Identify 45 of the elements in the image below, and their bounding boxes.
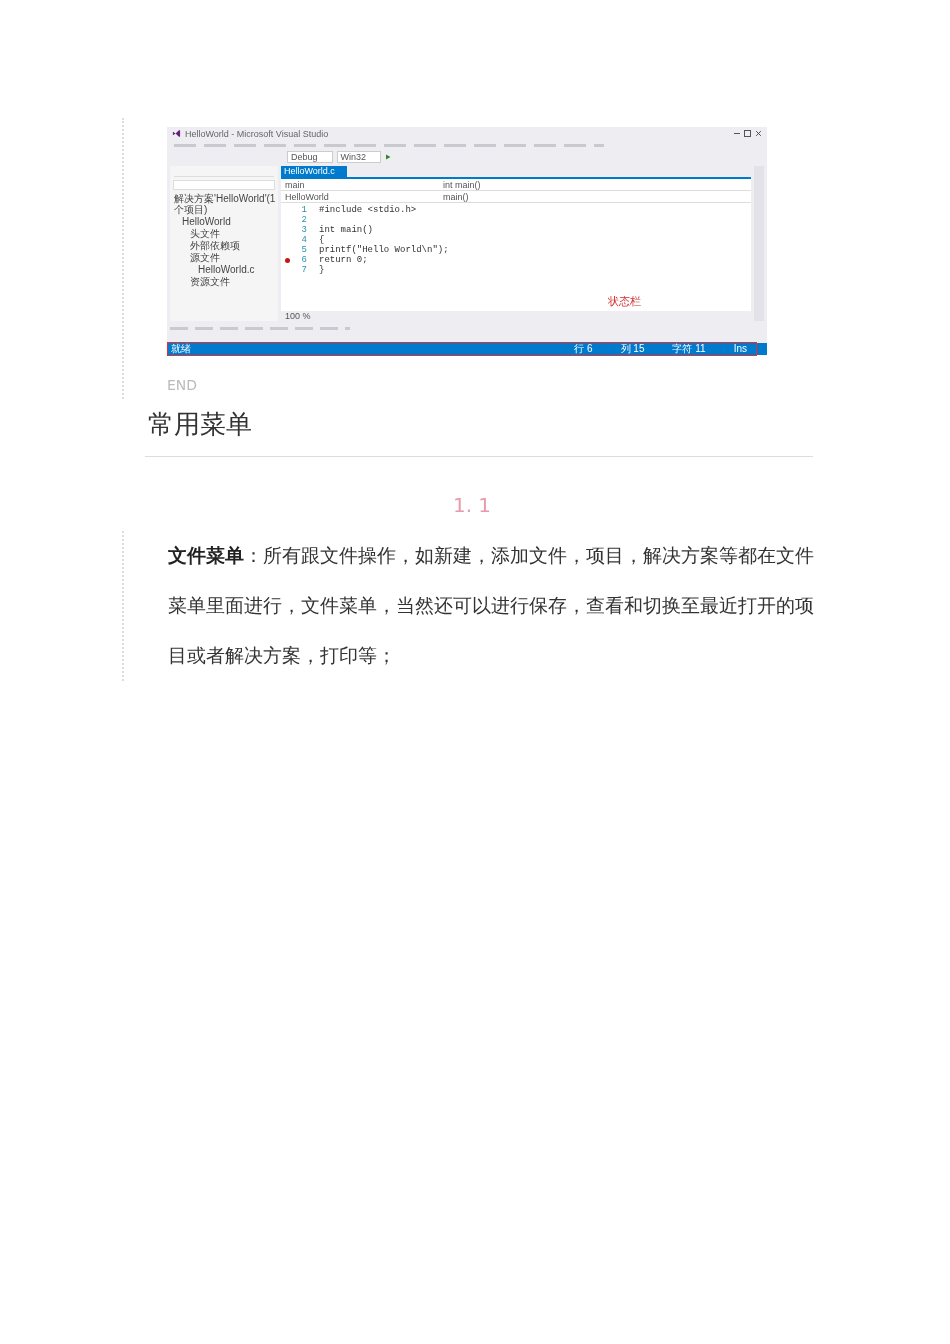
paragraph: 文件菜单：所有跟文件操作，如新建，添加文件，项目，解决方案等都在文件菜单里面进行，文件菜单，当然还可以进行保存，查看和切换至最近打开的项目或者解决方案，打印等； bbox=[168, 544, 815, 668]
breakpoint-icon[interactable] bbox=[284, 257, 290, 263]
tree-item[interactable]: 资源文件 bbox=[170, 276, 278, 287]
line-number: 6 bbox=[300, 255, 307, 265]
end-label: END bbox=[167, 377, 199, 393]
code-line: { bbox=[319, 235, 325, 245]
search-field[interactable] bbox=[173, 180, 275, 190]
status-text: 列 15 bbox=[620, 343, 645, 355]
status-text: Ins bbox=[733, 343, 747, 355]
maximize-button[interactable] bbox=[744, 130, 751, 137]
status-text: 行 6 bbox=[574, 343, 593, 355]
navigation-dropdown[interactable]: main() bbox=[439, 191, 593, 202]
navigation-dropdown[interactable]: int main() bbox=[439, 179, 593, 190]
close-icon[interactable] bbox=[755, 130, 762, 137]
status-text: 就绪 bbox=[171, 343, 191, 355]
navigation-dropdown[interactable]: HelloWorld bbox=[281, 191, 435, 202]
line-number: 5 bbox=[300, 245, 307, 255]
line-number: 3 bbox=[300, 225, 307, 235]
code-line: #include <stdio.h> bbox=[319, 205, 417, 215]
code-line: printf("Hello World\n"); bbox=[319, 245, 449, 255]
zoom-dropdown[interactable]: 100 % bbox=[281, 311, 311, 321]
platform-dropdown[interactable]: Win32 bbox=[336, 150, 382, 163]
configuration-dropdown[interactable]: Debug bbox=[287, 150, 333, 163]
tree-item[interactable]: HelloWorld.c bbox=[170, 264, 278, 275]
editor-tab[interactable]: HelloWorld.c bbox=[281, 166, 347, 177]
tree-item[interactable]: 解决方案'HelloWorld'(1 个项目) bbox=[170, 193, 278, 215]
line-number: 2 bbox=[300, 215, 307, 225]
logo-icon bbox=[172, 129, 181, 138]
tree-item[interactable]: 头文件 bbox=[170, 228, 278, 239]
step-number: 1. 1 bbox=[451, 493, 493, 517]
navigation-dropdown[interactable]: main bbox=[281, 179, 435, 190]
line-number: 4 bbox=[300, 235, 307, 245]
play-icon[interactable] bbox=[385, 153, 392, 160]
status-text: 字符 11 bbox=[672, 343, 706, 355]
section-heading: 常用菜单 bbox=[148, 408, 253, 441]
line-number: 1 bbox=[300, 205, 307, 215]
code-line: return 0; bbox=[319, 255, 368, 265]
code-line: } bbox=[319, 265, 325, 275]
annotation-label: 状态栏 bbox=[608, 294, 641, 309]
tree-item[interactable]: 外部依赖项 bbox=[170, 240, 278, 251]
line-number: 7 bbox=[300, 265, 307, 275]
window-title: HelloWorld - Microsoft Visual Studio bbox=[185, 128, 329, 139]
code-line: int main() bbox=[319, 225, 373, 235]
tree-item[interactable]: 源文件 bbox=[170, 252, 278, 263]
tree-item[interactable]: HelloWorld bbox=[170, 216, 278, 227]
